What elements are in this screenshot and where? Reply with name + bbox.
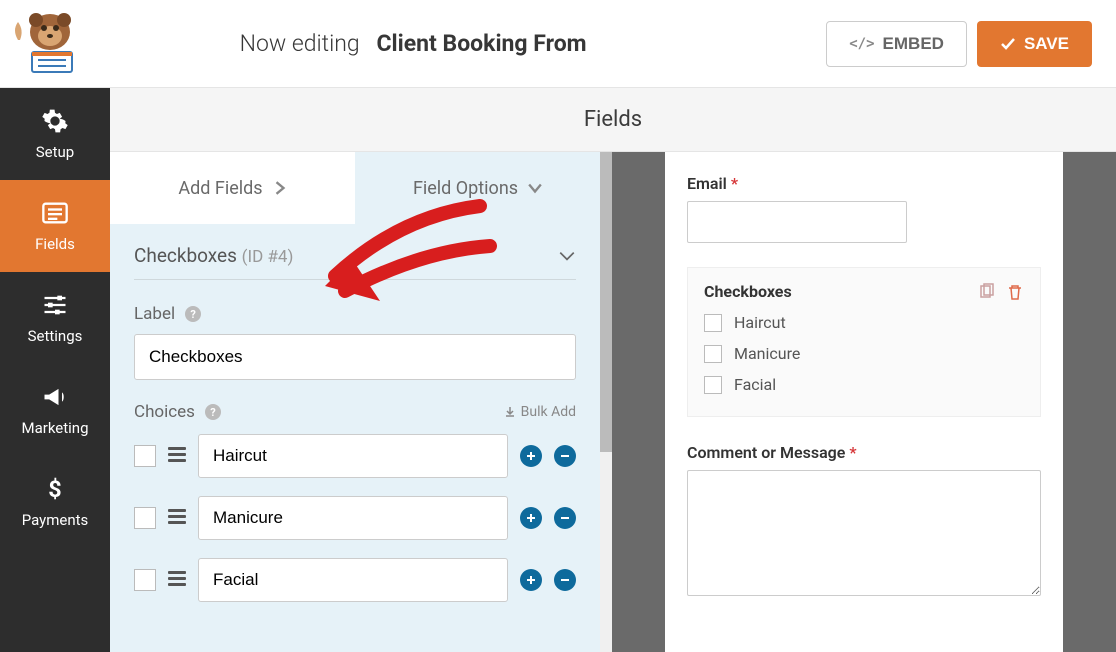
embed-button[interactable]: </> EMBED <box>826 21 967 67</box>
sidebar-item-payments[interactable]: $ Payments <box>0 456 110 548</box>
drag-handle-icon[interactable] <box>168 509 186 527</box>
trash-icon[interactable] <box>1006 283 1024 301</box>
label-heading: Label ? <box>134 304 576 324</box>
top-actions: </> EMBED SAVE <box>826 21 1092 67</box>
plus-icon <box>525 512 537 524</box>
main-area: Fields Add Fields Field Options <box>110 88 1116 652</box>
options-panel: Add Fields Field Options Checkboxes (ID … <box>110 152 612 652</box>
list-icon <box>41 199 69 227</box>
sidebar-item-fields[interactable]: Fields <box>0 180 110 272</box>
sidebar-item-setup[interactable]: Setup <box>0 88 110 180</box>
duplicate-icon[interactable] <box>978 283 996 301</box>
panel-tabs: Add Fields Field Options <box>110 152 600 224</box>
choice-input[interactable] <box>198 496 508 540</box>
sidebar-item-marketing[interactable]: Marketing <box>0 364 110 456</box>
choice-row <box>134 558 576 602</box>
tab-add-fields[interactable]: Add Fields <box>110 152 355 224</box>
checkbox-icon <box>704 314 722 332</box>
dollar-icon: $ <box>41 475 69 503</box>
sidebar: Setup Fields Settings Marketing $ Paymen… <box>0 88 110 652</box>
choice-default-checkbox[interactable] <box>134 569 156 591</box>
download-icon <box>504 406 516 418</box>
checkboxes-label: Checkboxes <box>704 282 792 301</box>
page-title: Now editing Client Booking From <box>0 30 826 57</box>
bulk-add-button[interactable]: Bulk Add <box>504 404 576 420</box>
checkboxes-field-block[interactable]: Checkboxes Haircut Manicur <box>687 267 1041 417</box>
editing-prefix: Now editing <box>240 30 360 57</box>
drag-handle-icon[interactable] <box>168 447 186 465</box>
comment-textarea[interactable] <box>687 470 1041 596</box>
field-options-body: Checkboxes (ID #4) Label ? <box>110 224 600 652</box>
choice-row <box>134 434 576 478</box>
choice-default-checkbox[interactable] <box>134 445 156 467</box>
checkbox-option[interactable]: Manicure <box>704 344 1024 363</box>
check-icon <box>1000 36 1016 52</box>
field-type: Checkboxes <box>134 244 237 267</box>
add-choice-button[interactable] <box>520 569 542 591</box>
comment-label: Comment or Message * <box>687 443 1041 462</box>
help-icon[interactable]: ? <box>205 404 221 420</box>
minus-icon <box>559 512 571 524</box>
plus-icon <box>525 574 537 586</box>
label-input[interactable] <box>134 334 576 380</box>
email-label: Email * <box>687 174 1041 193</box>
add-choice-button[interactable] <box>520 445 542 467</box>
required-asterisk: * <box>849 443 856 462</box>
checkbox-icon <box>704 376 722 394</box>
choices-header: Choices ? Bulk Add <box>134 402 576 422</box>
breadcrumb: Fields <box>110 88 1116 152</box>
minus-icon <box>559 574 571 586</box>
remove-choice-button[interactable] <box>554 569 576 591</box>
help-icon[interactable]: ? <box>185 306 201 322</box>
app-logo <box>10 10 82 74</box>
chevron-down-icon <box>528 181 542 195</box>
field-title-row[interactable]: Checkboxes (ID #4) <box>134 244 576 280</box>
sidebar-item-settings[interactable]: Settings <box>0 272 110 364</box>
code-icon: </> <box>849 36 874 52</box>
email-input[interactable] <box>687 201 907 243</box>
gear-icon <box>41 107 69 135</box>
svg-text:$: $ <box>48 475 61 503</box>
remove-choice-button[interactable] <box>554 445 576 467</box>
choice-default-checkbox[interactable] <box>134 507 156 529</box>
plus-icon <box>525 450 537 462</box>
chevron-right-icon <box>273 181 287 195</box>
choice-row <box>134 496 576 540</box>
choice-input[interactable] <box>198 434 508 478</box>
label-field-row: Label ? <box>134 304 576 380</box>
checkbox-option[interactable]: Haircut <box>704 313 1024 332</box>
save-button[interactable]: SAVE <box>977 21 1092 67</box>
scrollbar-thumb[interactable] <box>600 152 612 452</box>
app-body: Setup Fields Settings Marketing $ Paymen… <box>0 88 1116 652</box>
required-asterisk: * <box>731 174 738 193</box>
drag-handle-icon[interactable] <box>168 571 186 589</box>
checkbox-icon <box>704 345 722 363</box>
top-bar: Now editing Client Booking From </> EMBE… <box>0 0 1116 88</box>
remove-choice-button[interactable] <box>554 507 576 529</box>
preview-panel: Email * Checkboxes <box>612 152 1116 652</box>
form-preview: Email * Checkboxes <box>665 152 1063 652</box>
checkbox-option[interactable]: Facial <box>704 375 1024 394</box>
choice-input[interactable] <box>198 558 508 602</box>
field-id: (ID #4) <box>242 247 294 267</box>
form-name: Client Booking From <box>376 30 586 57</box>
sliders-icon <box>41 291 69 319</box>
chevron-down-icon <box>558 247 576 265</box>
add-choice-button[interactable] <box>520 507 542 529</box>
work-area: Add Fields Field Options Checkboxes (ID … <box>110 152 1116 652</box>
tab-field-options[interactable]: Field Options <box>355 152 600 224</box>
minus-icon <box>559 450 571 462</box>
bullhorn-icon <box>41 383 69 411</box>
